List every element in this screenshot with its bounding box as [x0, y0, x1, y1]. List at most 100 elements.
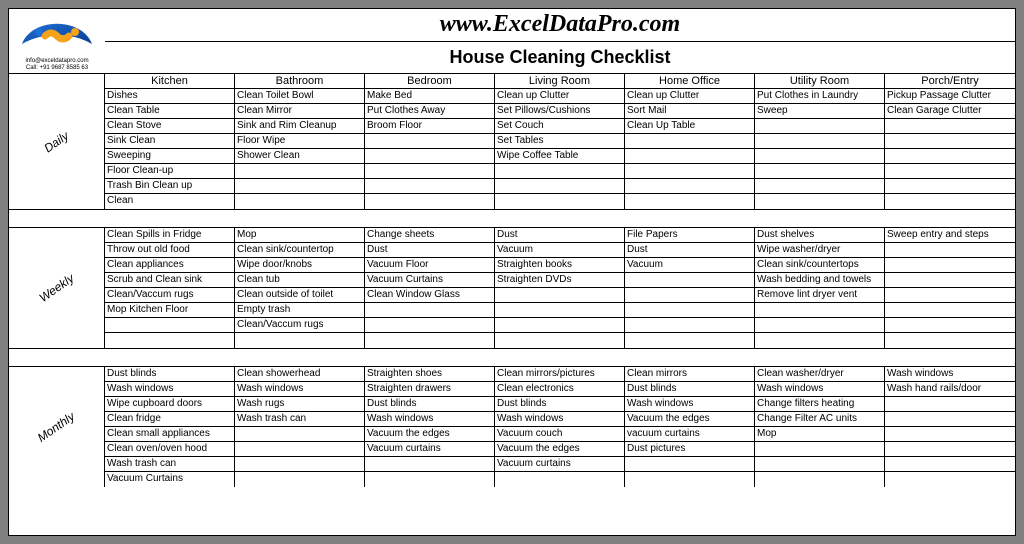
task-cell: Change sheets: [365, 228, 495, 243]
task-cell: [885, 164, 1015, 179]
task-cell: [235, 472, 365, 487]
task-cell: Make Bed: [365, 89, 495, 104]
task-cell: [885, 149, 1015, 164]
task-cell: [755, 194, 885, 209]
task-cell: [235, 333, 365, 348]
task-cell: [755, 303, 885, 318]
task-cell: Straighten DVDs: [495, 273, 625, 288]
task-cell: Vacuum curtains: [365, 442, 495, 457]
document-frame: info@exceldatapro.com Call: +91 9687 858…: [0, 0, 1024, 544]
task-cell: Sink and Rim Cleanup: [235, 119, 365, 134]
task-cell: Dust pictures: [625, 442, 755, 457]
task-cell: Straighten shoes: [365, 367, 495, 382]
task-cell: [885, 179, 1015, 194]
task-cell: [885, 457, 1015, 472]
task-cell: [625, 179, 755, 194]
task-cell: Dishes: [105, 89, 235, 104]
task-cell: Dust: [625, 243, 755, 258]
task-cell: [625, 273, 755, 288]
task-cell: [495, 179, 625, 194]
task-cell: [885, 119, 1015, 134]
task-cell: Wipe cupboard doors: [105, 397, 235, 412]
task-cell: [885, 194, 1015, 209]
task-cell: [495, 164, 625, 179]
task-cell: Vacuum the edges: [365, 427, 495, 442]
task-cell: Straighten drawers: [365, 382, 495, 397]
task-cell: Wash windows: [885, 367, 1015, 382]
task-cell: [235, 442, 365, 457]
task-cell: [365, 333, 495, 348]
contact-info: info@exceldatapro.com Call: +91 9687 858…: [25, 58, 88, 71]
task-cell: [755, 164, 885, 179]
task-cell: Mop: [755, 427, 885, 442]
column-header: Home Office: [625, 74, 755, 89]
task-cell: Wash bedding and towels: [755, 273, 885, 288]
task-cell: [885, 243, 1015, 258]
task-cell: Clean tub: [235, 273, 365, 288]
task-cell: [235, 179, 365, 194]
task-cell: [625, 472, 755, 487]
task-cell: Vacuum: [625, 258, 755, 273]
task-cell: Dust blinds: [495, 397, 625, 412]
task-cell: [235, 194, 365, 209]
task-cell: Clean: [105, 194, 235, 209]
task-cell: Clean Window Glass: [365, 288, 495, 303]
task-cell: Wash windows: [235, 382, 365, 397]
task-cell: Set Pillows/Cushions: [495, 104, 625, 119]
task-cell: Clean showerhead: [235, 367, 365, 382]
task-cell: [365, 472, 495, 487]
task-cell: [885, 472, 1015, 487]
section-grid: Dust blindsClean showerheadStraighten sh…: [105, 367, 1015, 487]
task-cell: Sort Mail: [625, 104, 755, 119]
task-cell: [365, 318, 495, 333]
task-cell: [495, 288, 625, 303]
task-cell: Clean electronics: [495, 382, 625, 397]
task-cell: Dust: [365, 243, 495, 258]
task-cell: Put Clothes in Laundry: [755, 89, 885, 104]
task-cell: [885, 333, 1015, 348]
task-cell: Empty trash: [235, 303, 365, 318]
task-cell: [625, 318, 755, 333]
task-cell: Wipe Coffee Table: [495, 149, 625, 164]
column-header: Living Room: [495, 74, 625, 89]
task-cell: Mop: [235, 228, 365, 243]
checklist-sheet: DailyKitchenBathroomBedroomLiving RoomHo…: [8, 73, 1016, 536]
task-cell: [885, 318, 1015, 333]
task-cell: [755, 149, 885, 164]
task-cell: Change filters heating: [755, 397, 885, 412]
task-cell: [235, 457, 365, 472]
task-cell: Clean small appliances: [105, 427, 235, 442]
task-cell: File Papers: [625, 228, 755, 243]
task-cell: Vacuum the edges: [495, 442, 625, 457]
period-label: Weekly: [9, 228, 105, 348]
task-cell: [105, 318, 235, 333]
task-cell: Dust blinds: [365, 397, 495, 412]
task-cell: Clean/Vaccum rugs: [235, 318, 365, 333]
task-cell: [495, 318, 625, 333]
task-cell: [885, 273, 1015, 288]
logo-cell: info@exceldatapro.com Call: +91 9687 858…: [9, 9, 105, 73]
handshake-logo: [17, 12, 97, 58]
task-cell: [755, 457, 885, 472]
task-cell: Clean up Clutter: [495, 89, 625, 104]
column-header: Bathroom: [235, 74, 365, 89]
task-cell: [495, 333, 625, 348]
header: info@exceldatapro.com Call: +91 9687 858…: [8, 8, 1016, 73]
task-cell: Wash hand rails/door: [885, 382, 1015, 397]
task-cell: Sweep: [755, 104, 885, 119]
task-cell: Vacuum couch: [495, 427, 625, 442]
task-cell: Wash windows: [495, 412, 625, 427]
task-cell: [365, 303, 495, 318]
column-header: Kitchen: [105, 74, 235, 89]
task-cell: [365, 179, 495, 194]
task-cell: Clean up Clutter: [625, 89, 755, 104]
task-cell: [625, 333, 755, 348]
task-cell: Sweep entry and steps: [885, 228, 1015, 243]
task-cell: vacuum curtains: [625, 427, 755, 442]
task-cell: [885, 397, 1015, 412]
task-cell: Mop Kitchen Floor: [105, 303, 235, 318]
task-cell: [365, 149, 495, 164]
task-cell: Throw out old food: [105, 243, 235, 258]
task-cell: Dust blinds: [625, 382, 755, 397]
task-cell: [755, 119, 885, 134]
